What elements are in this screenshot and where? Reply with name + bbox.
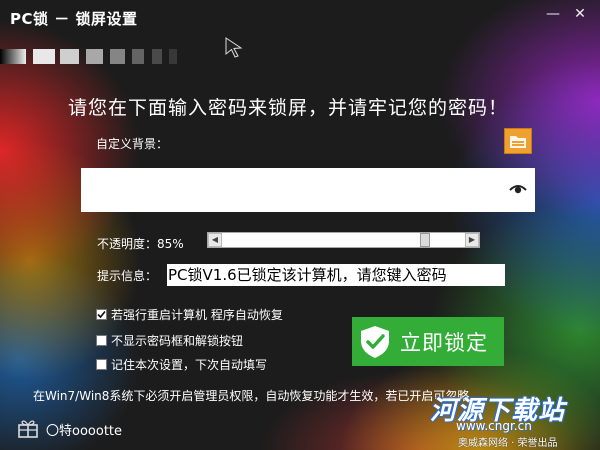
option-hide-password-box[interactable]: 不显示密码框和解锁按钮 [96, 332, 243, 349]
hint-input[interactable]: PC锁V1.6已锁定该计算机，请您键入密码 [167, 264, 505, 286]
watermark-url: www.cngr.cn [456, 419, 532, 433]
admin-notice: 在Win7/Win8系统下必须开启管理员权限，自动恢复功能才生效，若已开启可忽略… [33, 389, 482, 403]
mouse-pointer-icon [225, 37, 243, 58]
lock-now-label: 立即锁定 [400, 330, 488, 355]
gift-icon [18, 420, 38, 438]
custom-background-label: 自定义背景： [96, 137, 169, 151]
folder-icon [510, 136, 526, 148]
password-input[interactable] [81, 168, 535, 212]
eye-icon[interactable] [509, 181, 527, 195]
browse-background-button[interactable] [504, 128, 532, 154]
option-label: 记住本次设置，下次自动填写 [111, 358, 268, 372]
brand-name: 〇特ooootte [46, 424, 123, 439]
option-remember-settings[interactable]: 记住本次设置，下次自动填写 [96, 356, 267, 373]
checkbox[interactable] [96, 309, 107, 320]
slider-thumb[interactable] [420, 233, 431, 247]
opacity-label: 不透明度：85% [97, 237, 184, 251]
page-headline: 请您在下面输入密码来锁屏，并请牢记您的密码！ [68, 97, 509, 119]
decorative-strip [0, 0, 600, 70]
option-label: 不显示密码框和解锁按钮 [111, 334, 244, 348]
hint-value: PC锁V1.6已锁定该计算机，请您键入密码 [168, 266, 447, 284]
shield-check-icon [361, 325, 389, 358]
option-label: 若强行重启计算机 程序自动恢复 [111, 308, 283, 322]
checkbox[interactable] [96, 335, 107, 346]
checkbox[interactable] [96, 359, 107, 370]
slider-left-arrow-icon[interactable]: ◀ [208, 233, 222, 247]
watermark-credit: 奥威森网络 · 荣誉出品 [458, 438, 558, 449]
hint-label: 提示信息： [97, 269, 158, 283]
lock-now-button[interactable]: 立即锁定 [352, 317, 504, 366]
option-auto-restore[interactable]: 若强行重启计算机 程序自动恢复 [96, 306, 283, 323]
slider-right-arrow-icon[interactable]: ▶ [465, 233, 479, 247]
opacity-slider[interactable]: ◀ ▶ [207, 232, 480, 248]
